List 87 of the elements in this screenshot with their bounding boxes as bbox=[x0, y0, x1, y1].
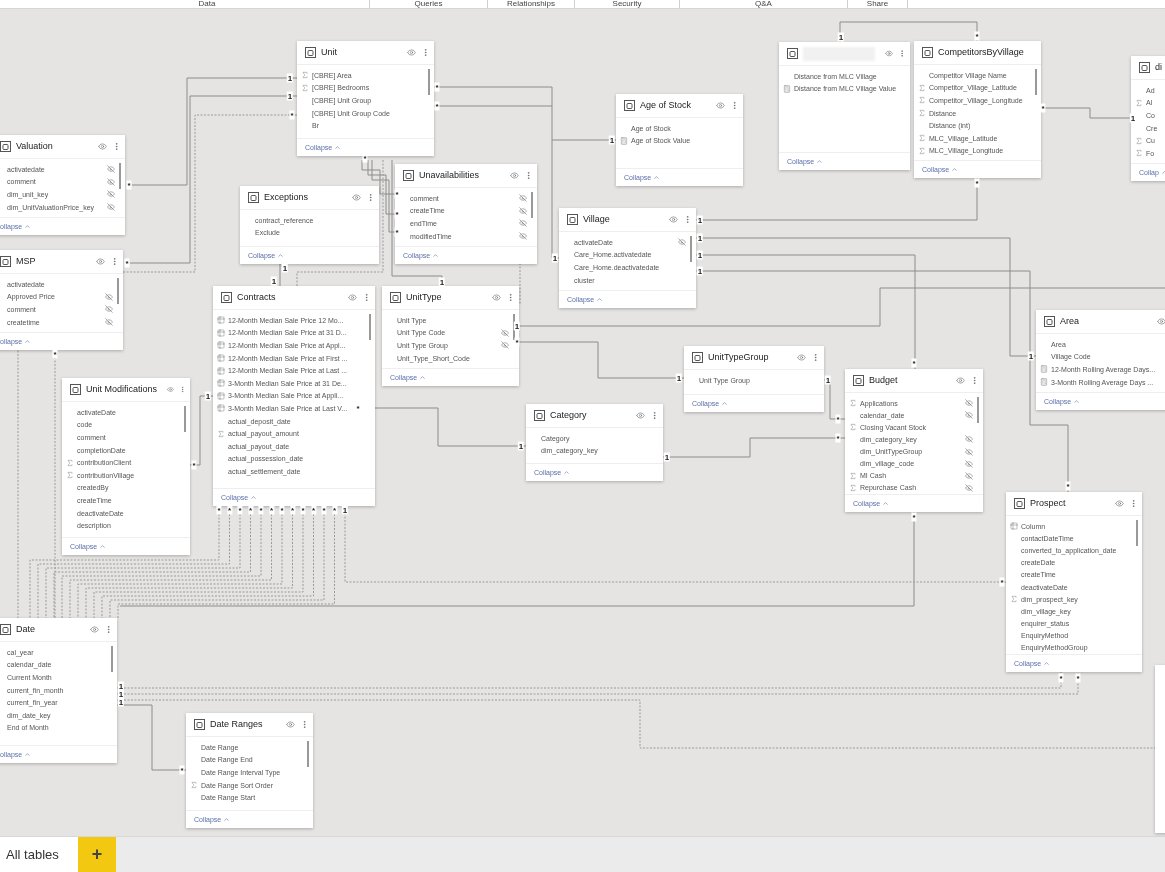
cardinality-label: 1 bbox=[696, 250, 704, 260]
cardinality-label: 1 bbox=[270, 276, 278, 286]
table-title: Exceptions bbox=[264, 190, 309, 204]
cardinality-label: * bbox=[362, 153, 368, 163]
cardinality-label: * bbox=[237, 505, 243, 515]
table-title: UnitType bbox=[406, 290, 442, 304]
cardinality-label: * bbox=[226, 505, 233, 515]
table-title: Unavailabilities bbox=[419, 168, 480, 182]
table-title: Budget bbox=[869, 373, 898, 387]
cardinality-label: * bbox=[394, 189, 400, 199]
cardinality-label: * bbox=[310, 505, 317, 515]
table-title: Village bbox=[583, 212, 610, 226]
cardinality-label: * bbox=[911, 358, 917, 368]
cardinality-label: 1 bbox=[341, 505, 349, 515]
table-title: Unit Modifications bbox=[86, 382, 158, 396]
cardinality-label: * bbox=[514, 337, 520, 347]
cardinality-label: 1 bbox=[286, 73, 294, 83]
cardinality-label: * bbox=[279, 505, 285, 515]
table-title: Valuation bbox=[16, 139, 53, 153]
cardinality-label: * bbox=[1058, 673, 1064, 683]
table-title: Category bbox=[550, 408, 587, 422]
table-title: Unit bbox=[321, 45, 337, 59]
cardinality-label: 1 bbox=[1027, 351, 1035, 361]
cardinality-label: * bbox=[247, 505, 254, 515]
cardinality-label: * bbox=[321, 505, 327, 515]
ribbon-tab[interactable]: Share bbox=[848, 0, 908, 8]
ribbon-tab[interactable]: Security bbox=[575, 0, 680, 8]
table-title: CompetitorsByVillage bbox=[938, 45, 1024, 59]
cardinality-label: * bbox=[1075, 673, 1081, 683]
cardinality-label: 1 bbox=[281, 263, 289, 273]
cardinality-label: 1 bbox=[551, 253, 559, 263]
cardinality-label: * bbox=[835, 414, 841, 424]
table-title: Prospect bbox=[1030, 496, 1066, 510]
layout-tab[interactable]: All tables bbox=[0, 837, 78, 872]
cardinality-label: * bbox=[974, 178, 980, 188]
table-title: Date Ranges bbox=[210, 717, 263, 731]
cardinality-label: 1 bbox=[117, 689, 125, 699]
cardinality-label: * bbox=[394, 227, 400, 237]
cardinality-label: * bbox=[124, 258, 130, 268]
cardinality-label: * bbox=[300, 505, 306, 515]
cardinality-label: 1 bbox=[1129, 113, 1137, 123]
cardinality-label: 1 bbox=[204, 391, 212, 401]
cardinality-label: 1 bbox=[675, 373, 683, 383]
table-title: Area bbox=[1060, 314, 1079, 328]
ribbon-tab[interactable]: Data bbox=[45, 0, 370, 8]
cardinality-label: * bbox=[216, 505, 222, 515]
cardinality-label: * bbox=[394, 209, 400, 219]
cardinality-label: 1 bbox=[117, 681, 125, 691]
cardinality-label: * bbox=[1065, 481, 1071, 491]
cardinality-label: * bbox=[835, 433, 841, 443]
cardinality-label: * bbox=[289, 110, 295, 120]
cardinality-label: * bbox=[258, 505, 264, 515]
add-layout-button[interactable]: + bbox=[78, 837, 116, 872]
table-title: di bbox=[1155, 60, 1162, 74]
cardinality-label: 1 bbox=[696, 233, 704, 243]
cardinality-label: 1 bbox=[286, 91, 294, 101]
cardinality-label: * bbox=[126, 180, 132, 190]
cardinality-label: 1 bbox=[117, 697, 125, 707]
ribbon-tab[interactable]: Queries bbox=[370, 0, 488, 8]
cardinality-label: 1 bbox=[608, 135, 616, 145]
cardinality-label: 1 bbox=[824, 375, 832, 385]
cardinality-label: * bbox=[434, 82, 440, 92]
cardinality-label: 1 bbox=[696, 266, 704, 276]
cardinality-label: * bbox=[999, 577, 1005, 587]
ribbon-tab[interactable]: Q&A bbox=[680, 0, 848, 8]
cardinality-label: * bbox=[191, 460, 197, 470]
cardinality-label: 1 bbox=[837, 32, 845, 42]
table-title: UnitTypeGroup bbox=[708, 350, 769, 364]
cardinality-label: 1 bbox=[663, 452, 671, 462]
table-title: Date bbox=[16, 622, 35, 636]
cardinality-label: 1 bbox=[696, 215, 704, 225]
cardinality-label: 1 bbox=[438, 277, 446, 287]
cardinality-label: * bbox=[1040, 103, 1046, 113]
cardinality-label: * bbox=[179, 765, 185, 775]
cardinality-label: * bbox=[911, 512, 917, 522]
cardinality-label: * bbox=[974, 31, 980, 41]
table-title: MSP bbox=[16, 254, 36, 268]
table-title: Age of Stock bbox=[640, 98, 692, 112]
table-title: Contracts bbox=[237, 290, 276, 304]
cardinality-label: * bbox=[434, 101, 440, 111]
cardinality-label: 1 bbox=[513, 321, 521, 331]
cardinality-label: * bbox=[52, 349, 58, 359]
cardinality-label: * bbox=[331, 505, 338, 515]
ribbon-tab[interactable]: Relationships bbox=[488, 0, 575, 8]
cardinality-label: * bbox=[289, 505, 296, 515]
cardinality-label: 1 bbox=[517, 441, 525, 451]
cardinality-label: * bbox=[268, 505, 275, 515]
